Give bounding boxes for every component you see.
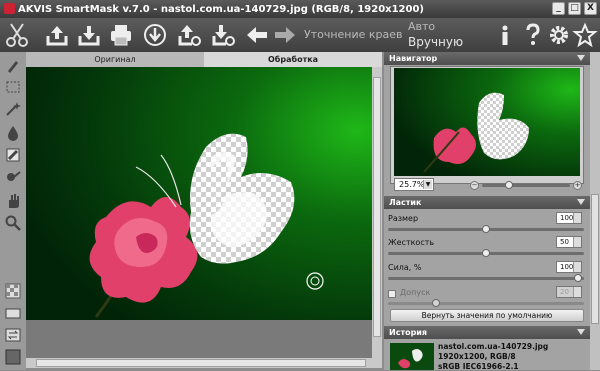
- hardness-input[interactable]: 50: [556, 236, 582, 248]
- import-settings-icon[interactable]: [210, 22, 236, 48]
- size-label: Размер: [388, 214, 419, 223]
- spin-arrows-icon[interactable]: [573, 237, 581, 247]
- share-icon[interactable]: [142, 22, 168, 48]
- info-icon[interactable]: [492, 22, 518, 48]
- title-bar: AKVIS SmartMask v.7.0 - nastol.com.ua-14…: [0, 0, 600, 18]
- eraser-tool-icon[interactable]: [4, 146, 22, 164]
- collapse-arrow-icon[interactable]: [577, 55, 585, 61]
- swap-view-icon[interactable]: [4, 326, 22, 344]
- panel-scrollbar[interactable]: [590, 52, 600, 370]
- maximize-button[interactable]: □: [568, 2, 581, 15]
- gear-icon[interactable]: [546, 22, 572, 48]
- size-slider-thumb[interactable]: [482, 225, 490, 233]
- tab-original[interactable]: Оригинал: [26, 52, 204, 67]
- strength-slider-thumb[interactable]: [574, 274, 582, 282]
- app-icon: [4, 3, 15, 14]
- print-icon[interactable]: [108, 22, 134, 48]
- navigator-header[interactable]: Навигатор: [384, 52, 590, 65]
- history-title: История: [389, 328, 428, 337]
- image-canvas[interactable]: [26, 67, 374, 320]
- tolerance-checkbox[interactable]: [388, 290, 396, 298]
- scissors-logo-icon: [4, 22, 30, 48]
- history-filename: nastol.com.ua-140729.jpg: [438, 342, 549, 351]
- chevron-down-icon[interactable]: ▼: [423, 180, 432, 189]
- brush-tool-icon[interactable]: [4, 56, 22, 74]
- zoom-slider[interactable]: [482, 184, 570, 187]
- window-title: AKVIS SmartMask v.7.0 - nastol.com.ua-14…: [18, 3, 425, 15]
- undo-arrow-icon[interactable]: [244, 22, 270, 48]
- canvas-horizontal-scrollbar[interactable]: [26, 358, 382, 368]
- zoom-select[interactable]: 25.7% ▼: [394, 178, 434, 191]
- strength-slider[interactable]: [388, 277, 584, 280]
- strength-value: 100: [560, 263, 574, 271]
- save-file-icon[interactable]: [76, 22, 102, 48]
- scroll-thumb[interactable]: [591, 194, 599, 324]
- zoom-out-icon[interactable]: −: [470, 181, 479, 190]
- eraser-header[interactable]: Ластик: [384, 196, 590, 209]
- hardness-value: 50: [560, 238, 569, 246]
- help-icon[interactable]: [520, 22, 546, 48]
- collapse-arrow-icon[interactable]: [577, 199, 585, 205]
- hardness-label: Жесткость: [388, 238, 435, 247]
- close-button[interactable]: X: [584, 2, 597, 15]
- spin-arrows-icon[interactable]: [573, 213, 581, 223]
- zoom-in-icon[interactable]: +: [573, 181, 582, 190]
- left-tools-panel: [0, 52, 26, 370]
- app-window: AKVIS SmartMask v.7.0 - nastol.com.ua-14…: [0, 0, 600, 371]
- history-thumbnail[interactable]: [390, 343, 434, 370]
- tolerance-input[interactable]: 20: [556, 286, 582, 298]
- main-toolbar: Уточнение краев Авто Вручную: [0, 18, 600, 52]
- collapse-arrow-icon[interactable]: [577, 329, 585, 335]
- tab-processing[interactable]: Обработка: [204, 52, 382, 67]
- edge-refine-button[interactable]: Уточнение краев: [304, 28, 403, 41]
- scroll-thumb[interactable]: [36, 359, 366, 367]
- zoom-slider-thumb[interactable]: [505, 181, 513, 189]
- tolerance-value: 20: [560, 288, 569, 296]
- history-info-size: 1920x1200, RGB/8: [438, 352, 516, 361]
- view-mode-icon[interactable]: [4, 304, 22, 322]
- tolerance-slider-thumb[interactable]: [432, 299, 440, 307]
- spin-arrows-icon[interactable]: [573, 287, 581, 297]
- drop-tool-icon[interactable]: [4, 124, 22, 142]
- size-input[interactable]: 100: [556, 212, 582, 224]
- redo-arrow-icon[interactable]: [272, 22, 298, 48]
- mode-manual-button[interactable]: Вручную: [408, 35, 463, 49]
- history-header[interactable]: История: [384, 326, 590, 339]
- smudge-tool-icon[interactable]: [4, 168, 22, 186]
- open-file-icon[interactable]: [44, 22, 70, 48]
- scroll-thumb[interactable]: [373, 77, 381, 337]
- eraser-title: Ластик: [389, 198, 422, 207]
- checker-background-icon[interactable]: [4, 282, 22, 300]
- navigator-preview[interactable]: [394, 68, 580, 176]
- reset-defaults-button[interactable]: Вернуть значения по умолчанию: [390, 309, 584, 322]
- navigator-title: Навигатор: [389, 54, 438, 63]
- tolerance-slider[interactable]: [388, 302, 584, 305]
- color-swatch-icon[interactable]: [4, 348, 22, 366]
- size-value: 100: [560, 214, 574, 222]
- strength-label: Сила, %: [388, 263, 422, 272]
- export-settings-icon[interactable]: [176, 22, 202, 48]
- spin-arrows-icon[interactable]: [573, 262, 581, 272]
- strength-input[interactable]: 100: [556, 261, 582, 273]
- hand-tool-icon[interactable]: [4, 192, 22, 210]
- tolerance-label: Допуск: [400, 288, 431, 297]
- view-tabs: Оригинал Обработка: [26, 52, 382, 67]
- canvas-vertical-scrollbar[interactable]: [372, 67, 382, 358]
- right-panel: Навигатор 25.7% ▼ − + Ластик Размер 100 …: [384, 52, 600, 371]
- magic-wand-icon[interactable]: [4, 100, 22, 118]
- zoom-tool-icon[interactable]: [4, 214, 22, 232]
- zoom-value: 25.7%: [399, 180, 425, 189]
- minimize-button[interactable]: _: [552, 2, 565, 15]
- hardness-slider-thumb[interactable]: [482, 249, 490, 257]
- selection-tool-icon[interactable]: [4, 78, 22, 96]
- mode-auto-button[interactable]: Авто: [408, 20, 435, 33]
- favorite-star-icon[interactable]: [572, 22, 598, 48]
